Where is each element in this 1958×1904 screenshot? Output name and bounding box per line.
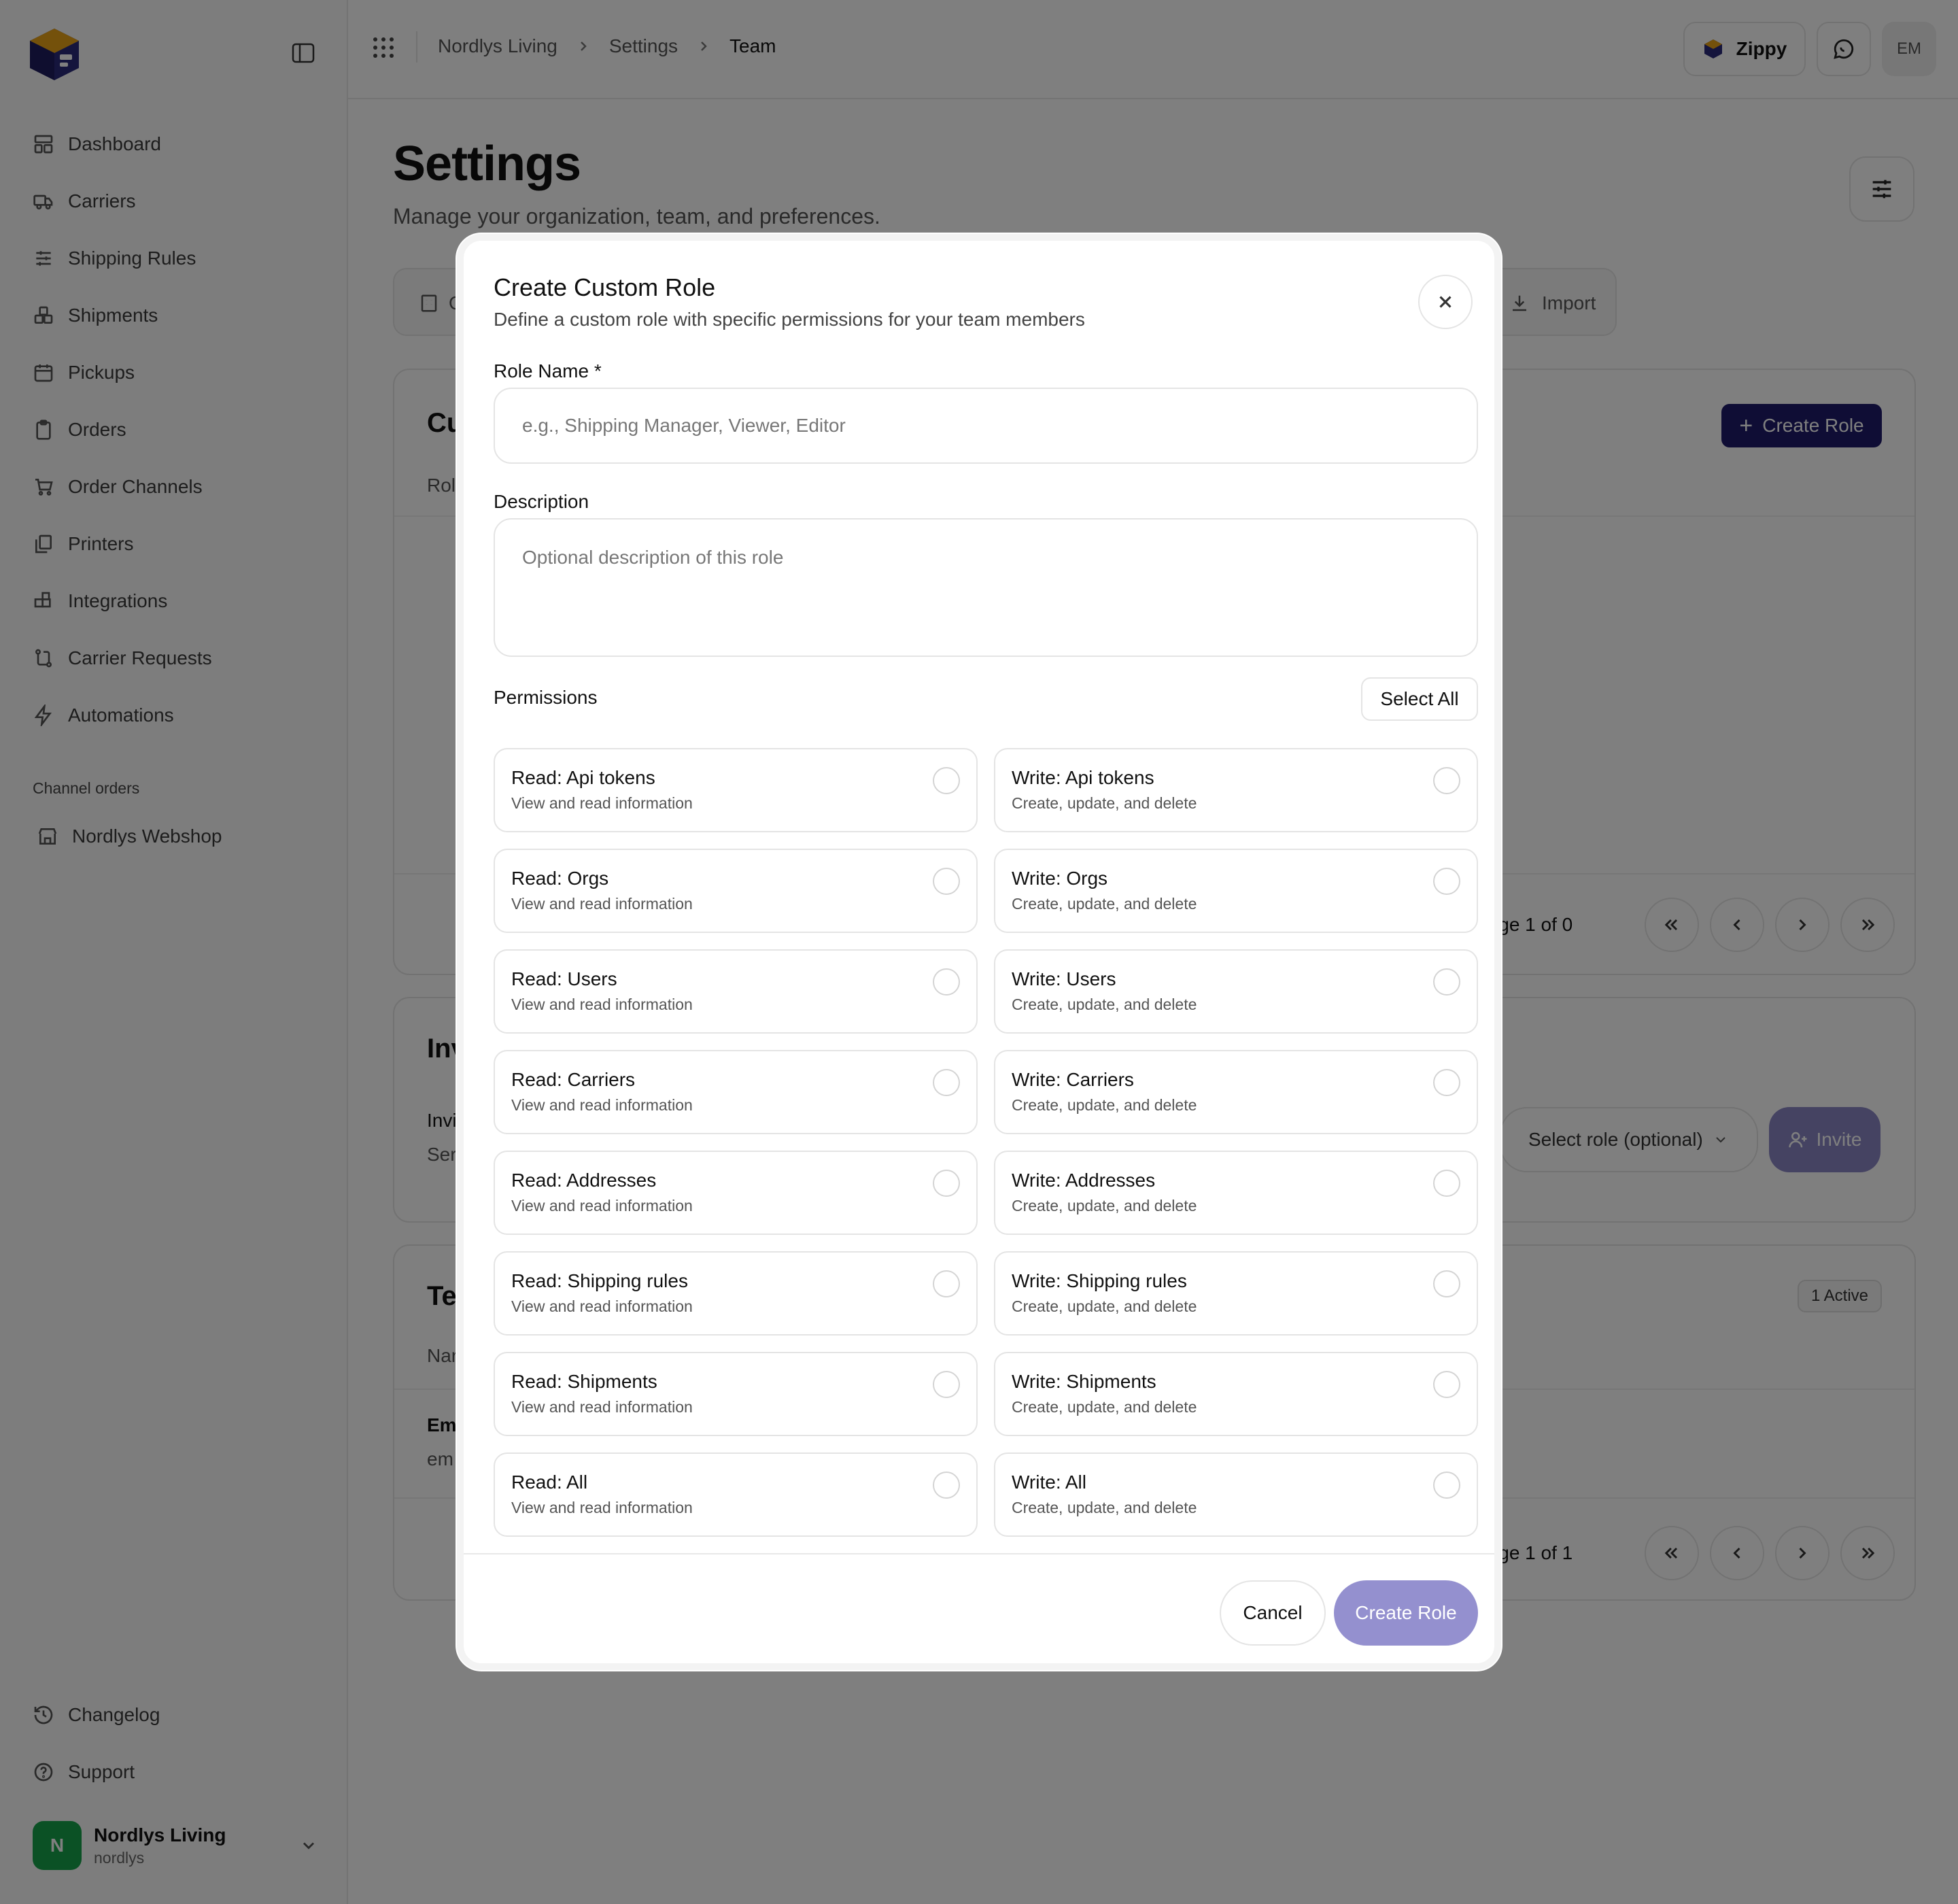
permission-desc: Create, update, and delete <box>1012 895 1197 913</box>
permission-title: Write: Shipping rules <box>1012 1270 1187 1291</box>
close-icon <box>1439 296 1452 308</box>
permission-desc: Create, update, and delete <box>1012 1398 1197 1416</box>
permission-write-all[interactable]: Write: All Create, update, and delete <box>994 1452 1478 1537</box>
permission-title: Write: Shipments <box>1012 1371 1156 1392</box>
permission-title: Write: Addresses <box>1012 1170 1156 1191</box>
permissions-label: Permissions <box>494 687 598 708</box>
permission-desc: View and read information <box>511 1499 693 1516</box>
cancel-button[interactable]: Cancel <box>1220 1580 1326 1646</box>
permission-read-orgs[interactable]: Read: Orgs View and read information <box>494 849 978 933</box>
permission-desc: View and read information <box>511 1197 693 1214</box>
role-name-label: Role Name * <box>494 360 602 381</box>
permission-checkbox[interactable] <box>1433 767 1460 794</box>
create-role-submit-button[interactable]: Create Role <box>1334 1580 1478 1646</box>
permission-desc: View and read information <box>511 1096 693 1114</box>
permission-desc: View and read information <box>511 895 693 913</box>
permission-write-addresses[interactable]: Write: Addresses Create, update, and del… <box>994 1151 1478 1235</box>
permission-read-carriers[interactable]: Read: Carriers View and read information <box>494 1050 978 1134</box>
permission-desc: View and read information <box>511 1398 693 1416</box>
dialog-subtitle: Define a custom role with specific permi… <box>494 309 1085 330</box>
permission-write-shipments[interactable]: Write: Shipments Create, update, and del… <box>994 1352 1478 1436</box>
permission-title: Write: All <box>1012 1472 1086 1493</box>
permission-title: Read: Carriers <box>511 1069 636 1090</box>
permission-checkbox[interactable] <box>933 968 960 996</box>
permission-desc: Create, update, and delete <box>1012 1297 1197 1315</box>
permission-checkbox[interactable] <box>933 868 960 895</box>
permission-title: Read: Shipping rules <box>511 1270 688 1291</box>
permission-checkbox[interactable] <box>1433 1069 1460 1096</box>
permission-write-carriers[interactable]: Write: Carriers Create, update, and dele… <box>994 1050 1478 1134</box>
permission-desc: Create, update, and delete <box>1012 794 1197 812</box>
permission-title: Read: Addresses <box>511 1170 657 1191</box>
permission-title: Read: All <box>511 1472 588 1493</box>
permission-write-orgs[interactable]: Write: Orgs Create, update, and delete <box>994 849 1478 933</box>
permission-checkbox[interactable] <box>1433 868 1460 895</box>
permission-desc: Create, update, and delete <box>1012 1096 1197 1114</box>
permission-checkbox[interactable] <box>933 1371 960 1398</box>
description-label: Description <box>494 491 589 512</box>
permission-title: Write: Carriers <box>1012 1069 1134 1090</box>
dialog-title: Create Custom Role <box>494 273 716 301</box>
permission-desc: Create, update, and delete <box>1012 1499 1197 1516</box>
permission-title: Write: Orgs <box>1012 868 1108 889</box>
permission-read-all[interactable]: Read: All View and read information <box>494 1452 978 1537</box>
permission-checkbox[interactable] <box>1433 1270 1460 1297</box>
dialog-footer-divider <box>464 1553 1494 1554</box>
permission-checkbox[interactable] <box>1433 1170 1460 1197</box>
permission-read-addresses[interactable]: Read: Addresses View and read informatio… <box>494 1151 978 1235</box>
permission-checkbox[interactable] <box>1433 1472 1460 1499</box>
permission-write-users[interactable]: Write: Users Create, update, and delete <box>994 949 1478 1034</box>
permission-checkbox[interactable] <box>1433 1371 1460 1398</box>
permission-checkbox[interactable] <box>933 767 960 794</box>
permission-checkbox[interactable] <box>933 1472 960 1499</box>
permission-title: Write: Api tokens <box>1012 767 1154 788</box>
permission-desc: Create, update, and delete <box>1012 1197 1197 1214</box>
description-textarea[interactable] <box>494 518 1478 657</box>
permission-title: Read: Api tokens <box>511 767 655 788</box>
permission-title: Read: Users <box>511 968 617 989</box>
permission-desc: Create, update, and delete <box>1012 996 1197 1013</box>
close-button[interactable] <box>1418 275 1473 329</box>
permission-read-users[interactable]: Read: Users View and read information <box>494 949 978 1034</box>
permission-title: Read: Orgs <box>511 868 609 889</box>
permission-desc: View and read information <box>511 996 693 1013</box>
permission-desc: View and read information <box>511 1297 693 1315</box>
permission-checkbox[interactable] <box>933 1170 960 1197</box>
permission-desc: View and read information <box>511 794 693 812</box>
role-name-input[interactable] <box>494 388 1478 464</box>
permission-checkbox[interactable] <box>933 1270 960 1297</box>
permissions-grid: Read: Api tokens View and read informati… <box>494 748 1478 1537</box>
permission-write-api-tokens[interactable]: Write: Api tokens Create, update, and de… <box>994 748 1478 832</box>
create-custom-role-dialog: Create Custom Role Define a custom role … <box>457 234 1501 1670</box>
select-all-button[interactable]: Select All <box>1361 677 1478 721</box>
permission-read-api-tokens[interactable]: Read: Api tokens View and read informati… <box>494 748 978 832</box>
permission-checkbox[interactable] <box>1433 968 1460 996</box>
permission-title: Write: Users <box>1012 968 1116 989</box>
permission-read-shipping-rules[interactable]: Read: Shipping rules View and read infor… <box>494 1251 978 1336</box>
permission-title: Read: Shipments <box>511 1371 657 1392</box>
permission-checkbox[interactable] <box>933 1069 960 1096</box>
permission-read-shipments[interactable]: Read: Shipments View and read informatio… <box>494 1352 978 1436</box>
permission-write-shipping-rules[interactable]: Write: Shipping rules Create, update, an… <box>994 1251 1478 1336</box>
